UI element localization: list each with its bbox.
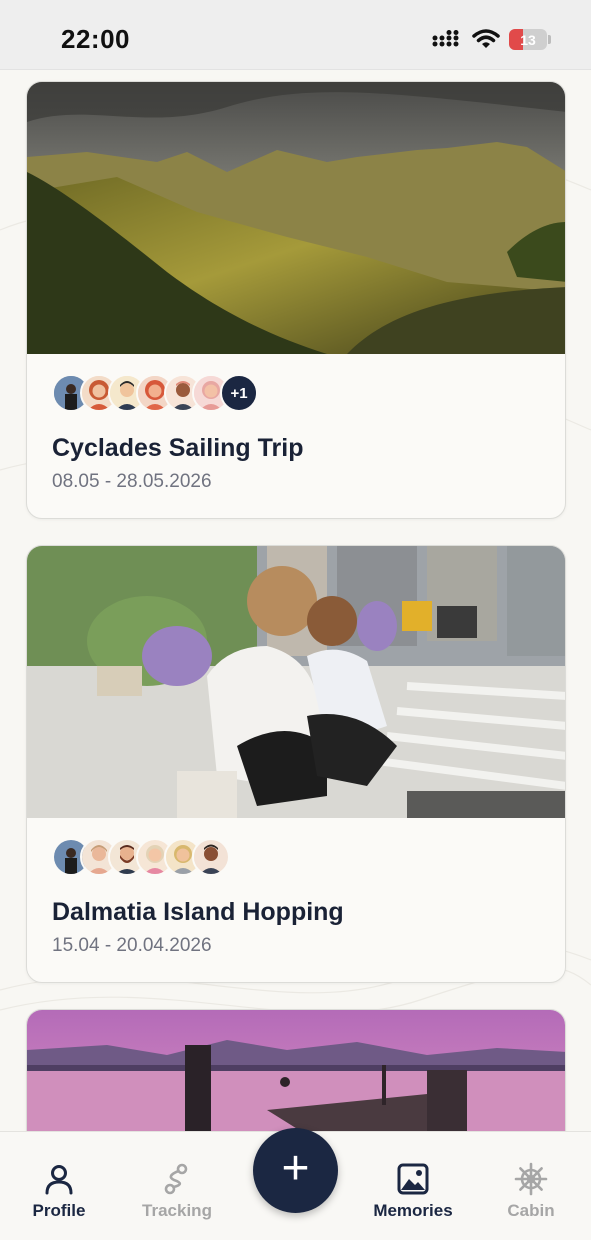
image-icon <box>397 1163 429 1195</box>
nav-profile[interactable]: Profile <box>4 1132 114 1240</box>
trip-dates: 15.04 - 20.04.2026 <box>52 935 212 956</box>
nav-label: Profile <box>32 1201 86 1220</box>
trip-card[interactable]: Dalmatia Island Hopping 15.04 - 20.04.20… <box>26 545 566 983</box>
nav-memories[interactable]: Memories <box>358 1132 468 1240</box>
route-icon <box>164 1163 188 1195</box>
app-screen: 22:00 13 +1 Cyclades Sailing Trip 08.05 … <box>0 0 591 1240</box>
member-avatar[interactable] <box>192 838 230 876</box>
trip-title: Cyclades Sailing Trip <box>52 434 304 462</box>
trip-dates: 08.05 - 28.05.2026 <box>52 471 212 492</box>
person-icon <box>45 1165 73 1195</box>
battery-tip <box>548 35 551 44</box>
ship-wheel-icon <box>514 1162 548 1196</box>
nav-label: Cabin <box>507 1201 555 1220</box>
nav-label: Memories <box>373 1201 453 1220</box>
trip-card[interactable]: +1 Cyclades Sailing Trip 08.05 - 28.05.2… <box>26 81 566 519</box>
cellular-signal-icon <box>432 30 459 47</box>
status-bar: 22:00 13 <box>0 0 591 70</box>
plus-icon: + <box>281 1141 310 1195</box>
battery-icon: 13 <box>509 29 547 50</box>
trip-cover-image <box>27 82 565 354</box>
trip-cover-image <box>27 546 565 818</box>
wifi-icon <box>472 29 500 48</box>
nav-cabin[interactable]: Cabin <box>476 1132 586 1240</box>
status-time: 22:00 <box>61 24 130 54</box>
battery-level: 13 <box>520 31 536 48</box>
nav-tracking[interactable]: Tracking <box>122 1132 232 1240</box>
add-trip-button[interactable]: + <box>253 1128 338 1213</box>
trip-title: Dalmatia Island Hopping <box>52 898 344 926</box>
more-members-badge[interactable]: +1 <box>220 374 258 412</box>
nav-label: Tracking <box>142 1201 212 1220</box>
